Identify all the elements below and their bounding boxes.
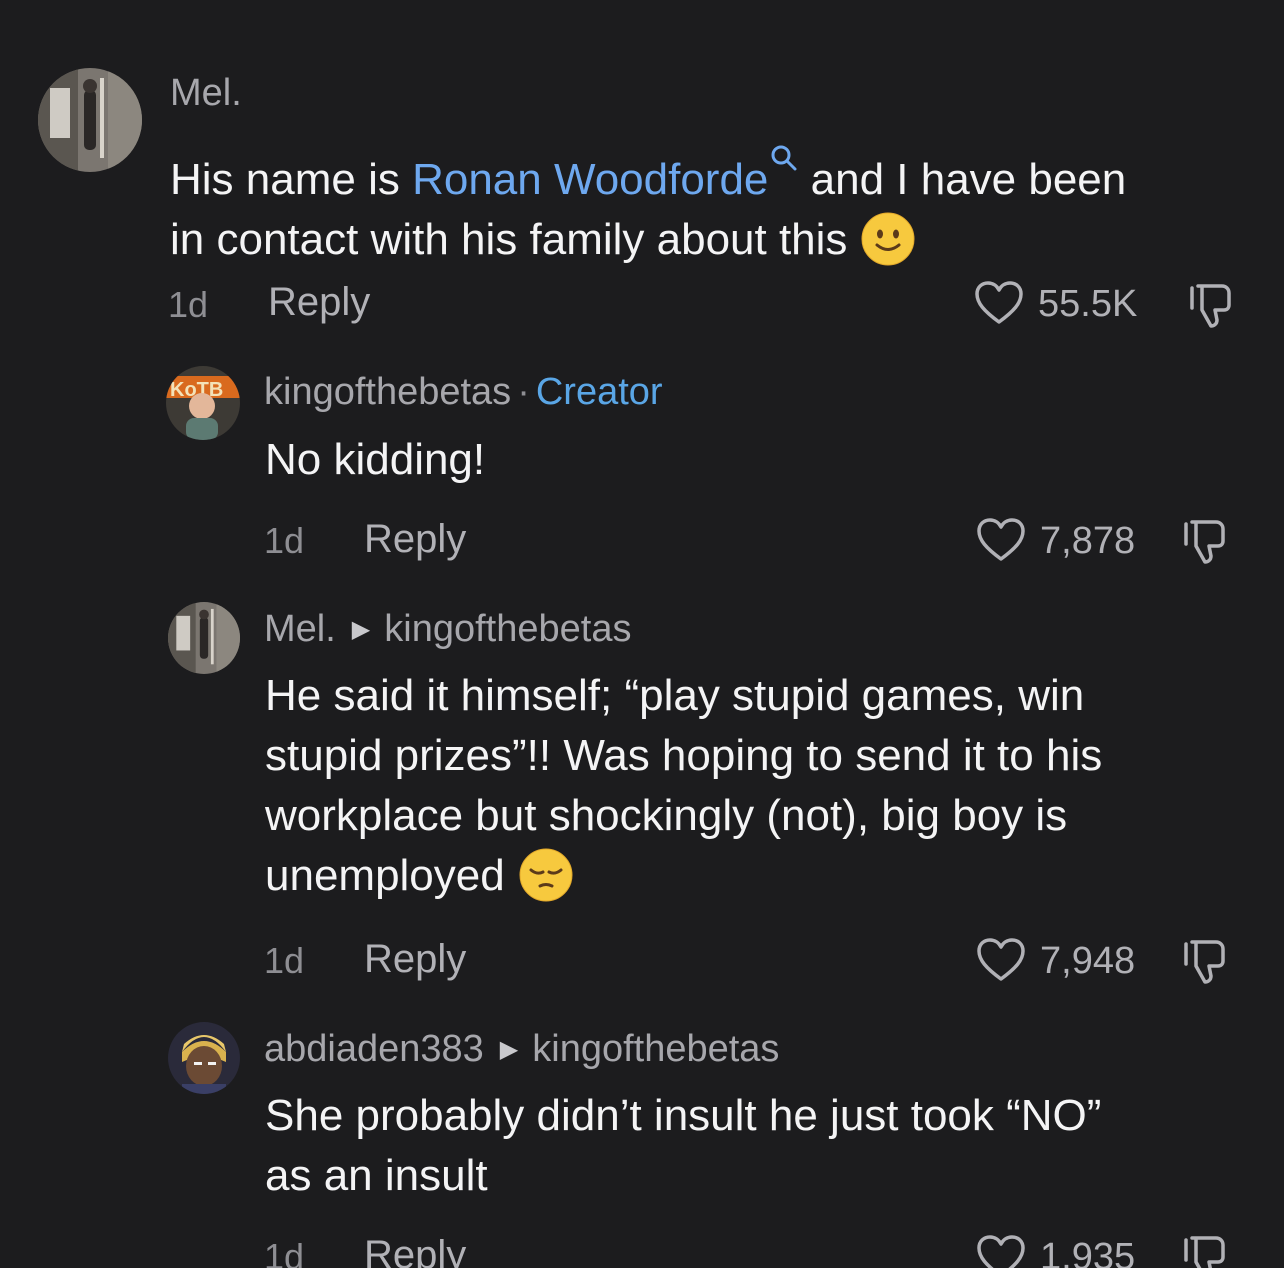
text-line: workplace but shockingly (not), big boy … — [265, 791, 1068, 840]
like-count: 1,935 — [1040, 1236, 1136, 1268]
dislike-icon[interactable] — [1180, 936, 1230, 986]
pensive-face-icon — [519, 848, 573, 902]
username: abdiaden383 ▶ kingofthebetas — [264, 1028, 779, 1071]
reply-button[interactable]: Reply — [364, 1233, 466, 1268]
username: Mel. ▶ kingofthebetas — [264, 608, 631, 651]
reply-button[interactable]: Reply — [268, 280, 370, 325]
separator-dot: · — [517, 371, 530, 413]
heart-icon[interactable] — [976, 937, 1026, 983]
dislike-icon[interactable] — [1180, 1232, 1230, 1268]
like-count: 7,878 — [1040, 520, 1136, 562]
text-line: stupid prizes”!! Was hoping to send it t… — [265, 731, 1103, 780]
creator-badge: Creator — [535, 371, 663, 413]
timestamp: 1d — [168, 284, 209, 325]
timestamp: 1d — [264, 520, 305, 561]
comment-text: He said it himself; “play stupid games, … — [265, 666, 1265, 906]
reply-to-username[interactable]: kingofthebetas — [532, 1028, 779, 1070]
comments-thread: Mel. His name is Ronan Woodforde and I h… — [0, 0, 1284, 1268]
text-segment: His name is — [170, 155, 413, 204]
heart-icon[interactable] — [974, 280, 1024, 326]
timestamp: 1d — [264, 1236, 305, 1268]
text-line: She probably didn’t insult he just took … — [265, 1091, 1102, 1140]
search-icon[interactable] — [770, 128, 798, 171]
heart-icon[interactable] — [976, 517, 1026, 563]
text-line: as an insult — [265, 1151, 488, 1200]
comment-text: His name is Ronan Woodforde and I have b… — [170, 128, 1250, 270]
heart-icon[interactable] — [976, 1234, 1026, 1268]
text-line: He said it himself; “play stupid games, … — [265, 671, 1085, 720]
slightly-smiling-face-icon — [861, 212, 915, 266]
search-link[interactable]: Ronan Woodforde — [412, 155, 768, 204]
dislike-icon[interactable] — [1180, 516, 1230, 566]
avatar[interactable] — [168, 1022, 240, 1094]
username: kingofthebetas · Creator — [264, 371, 663, 414]
like-count: 7,948 — [1040, 940, 1136, 982]
avatar[interactable] — [168, 602, 240, 674]
text-segment: in contact with his family about this — [170, 215, 848, 264]
avatar[interactable] — [38, 68, 142, 172]
timestamp: 1d — [264, 940, 305, 981]
text-line: unemployed — [265, 851, 505, 900]
comment-text: She probably didn’t insult he just took … — [265, 1086, 1265, 1206]
reply-arrow-icon: ▶ — [351, 616, 371, 643]
dislike-icon[interactable] — [1186, 280, 1236, 330]
reply-to-username[interactable]: kingofthebetas — [384, 608, 631, 650]
username[interactable]: Mel. — [170, 72, 242, 115]
reply-button[interactable]: Reply — [364, 937, 466, 982]
username-text[interactable]: Mel. — [264, 608, 336, 650]
comment-text: No kidding! — [265, 435, 486, 484]
text-segment: and I have been — [798, 155, 1127, 204]
reply-button[interactable]: Reply — [364, 517, 466, 562]
like-count: 55.5K — [1038, 283, 1138, 325]
reply-arrow-icon: ▶ — [499, 1036, 519, 1063]
username-text[interactable]: kingofthebetas — [264, 371, 511, 413]
username-text[interactable]: abdiaden383 — [264, 1028, 484, 1070]
avatar[interactable]: KoTB — [166, 366, 240, 440]
